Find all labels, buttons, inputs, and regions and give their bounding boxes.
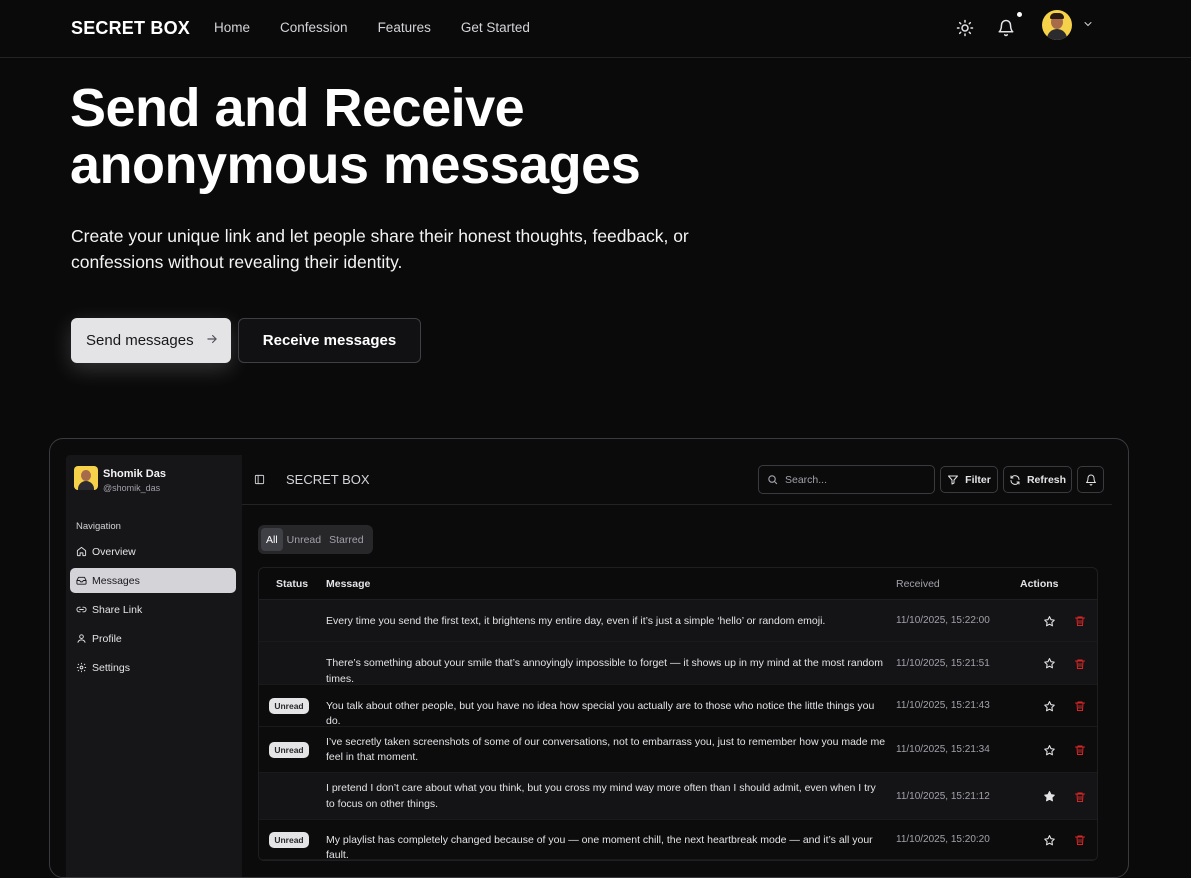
gear-icon bbox=[76, 662, 87, 673]
link-icon bbox=[76, 606, 87, 613]
user-icon bbox=[77, 634, 86, 643]
sidebar-nav-label: Navigation bbox=[76, 521, 121, 532]
tab-unread[interactable]: Unread bbox=[283, 528, 325, 551]
received-timestamp: 11/10/2025, 15:21:34 bbox=[896, 744, 990, 755]
inbox-icon bbox=[76, 576, 87, 585]
table-row[interactable]: Every time you send the first text, it b… bbox=[259, 600, 1097, 642]
table-row[interactable]: There’s something about your smile that’… bbox=[259, 642, 1097, 685]
main-nav: Home Confession Features Get Started bbox=[214, 20, 530, 35]
nav-get-started[interactable]: Get Started bbox=[461, 20, 530, 35]
hero-title-line-1: Send and Receive bbox=[70, 78, 525, 138]
trash-icon[interactable] bbox=[1074, 700, 1086, 712]
column-status: Status bbox=[276, 578, 309, 590]
message-text: There’s something about your smile that’… bbox=[326, 657, 883, 685]
search-box[interactable] bbox=[758, 465, 935, 494]
bell-icon[interactable] bbox=[997, 19, 1015, 37]
column-message: Message bbox=[326, 578, 371, 590]
message-text: Every time you send the first text, it b… bbox=[326, 614, 826, 627]
messages-table: Status Message Received Actions Every ti… bbox=[258, 567, 1098, 861]
tab-starred[interactable]: Starred bbox=[325, 528, 367, 551]
sidebar: Shomik Das @shomik_das Navigation Overvi… bbox=[66, 455, 242, 877]
sidebar-item-label: Profile bbox=[92, 632, 122, 645]
search-icon bbox=[768, 475, 778, 485]
star-icon[interactable] bbox=[1043, 700, 1056, 713]
message-text: My playlist has completely changed becau… bbox=[326, 833, 873, 861]
sidebar-item-label: Share Link bbox=[92, 603, 143, 616]
table-row[interactable]: Unread You talk about other people, but y… bbox=[259, 685, 1097, 727]
sidebar-item-label: Messages bbox=[92, 574, 140, 587]
trash-icon[interactable] bbox=[1074, 791, 1086, 803]
unread-badge: Unread bbox=[269, 742, 309, 758]
avatar[interactable] bbox=[1042, 10, 1072, 40]
star-icon[interactable] bbox=[1043, 615, 1056, 628]
column-received: Received bbox=[896, 578, 940, 590]
table-row[interactable]: I pretend I don’t care about what you th… bbox=[259, 773, 1097, 820]
notifications-button[interactable] bbox=[1077, 466, 1104, 493]
send-messages-label: Send messages bbox=[86, 332, 194, 349]
trash-icon[interactable] bbox=[1074, 615, 1086, 627]
send-messages-button[interactable]: Send messages bbox=[71, 318, 231, 363]
user-handle: @shomik_das bbox=[103, 483, 161, 493]
filter-button[interactable]: Filter bbox=[940, 466, 998, 493]
star-icon[interactable] bbox=[1043, 834, 1056, 847]
trash-icon[interactable] bbox=[1074, 658, 1086, 670]
sidebar-item-share-link[interactable]: Share Link bbox=[70, 597, 236, 622]
sun-icon[interactable] bbox=[956, 19, 974, 37]
trash-icon[interactable] bbox=[1074, 744, 1086, 756]
received-timestamp: 11/10/2025, 15:21:51 bbox=[896, 657, 990, 669]
home-icon bbox=[76, 546, 87, 557]
sidebar-item-label: Settings bbox=[92, 661, 130, 674]
nav-home[interactable]: Home bbox=[214, 20, 250, 35]
sidebar-item-label: Overview bbox=[92, 545, 136, 558]
user-avatar bbox=[74, 466, 98, 490]
sidebar-item-overview[interactable]: Overview bbox=[70, 539, 236, 564]
header-divider bbox=[242, 504, 1112, 505]
sidebar-toggle-icon[interactable] bbox=[254, 474, 265, 485]
chevron-down-icon[interactable] bbox=[1082, 18, 1094, 30]
message-text: I’ve secretly taken screenshots of some … bbox=[326, 735, 886, 764]
received-timestamp: 11/10/2025, 15:20:20 bbox=[896, 834, 990, 845]
sidebar-item-profile[interactable]: Profile bbox=[70, 626, 236, 651]
hero-title-line-2: anonymous messages bbox=[70, 135, 641, 195]
dashboard-preview: Shomik Das @shomik_das Navigation Overvi… bbox=[49, 438, 1129, 878]
unread-badge: Unread bbox=[269, 832, 309, 848]
hero-subtitle: Create your unique link and let people s… bbox=[71, 226, 689, 272]
sidebar-item-messages[interactable]: Messages bbox=[70, 568, 236, 593]
received-timestamp: 11/10/2025, 15:22:00 bbox=[896, 615, 990, 626]
tab-all[interactable]: All bbox=[261, 528, 283, 551]
search-input[interactable] bbox=[785, 473, 925, 486]
user-name: Shomik Das bbox=[103, 468, 166, 480]
table-row[interactable]: Unread I’ve secretly taken screenshots of… bbox=[259, 727, 1097, 773]
table-row[interactable]: Unread My playlist has completely changed… bbox=[259, 820, 1097, 860]
nav-confession[interactable]: Confession bbox=[280, 20, 348, 35]
receive-messages-button[interactable]: Receive messages bbox=[238, 318, 421, 363]
trash-icon[interactable] bbox=[1074, 834, 1086, 846]
message-tabs: All Unread Starred bbox=[258, 525, 373, 554]
star-icon[interactable] bbox=[1043, 744, 1056, 757]
unread-badge: Unread bbox=[269, 698, 309, 714]
notification-dot bbox=[1017, 12, 1022, 17]
top-navbar: SECRET BOX Home Confession Features Get … bbox=[0, 0, 1191, 58]
star-icon[interactable] bbox=[1043, 790, 1056, 803]
hero-title: Send and Receive anonymous messages bbox=[70, 78, 641, 195]
filter-label: Filter bbox=[965, 473, 991, 486]
received-timestamp: 11/10/2025, 15:21:12 bbox=[896, 790, 990, 802]
filter-icon bbox=[948, 475, 959, 484]
brand-logo[interactable]: SECRET BOX bbox=[71, 18, 190, 39]
message-text: You talk about other people, but you hav… bbox=[326, 699, 875, 728]
refresh-label: Refresh bbox=[1026, 473, 1067, 486]
nav-features[interactable]: Features bbox=[378, 20, 431, 35]
star-icon[interactable] bbox=[1043, 657, 1056, 670]
dashboard-brand: SECRET BOX bbox=[286, 472, 370, 487]
sidebar-item-settings[interactable]: Settings bbox=[70, 655, 236, 680]
refresh-icon bbox=[1010, 474, 1020, 485]
bell-icon bbox=[1085, 474, 1096, 485]
table-body: Every time you send the first text, it b… bbox=[259, 600, 1097, 860]
table-header: Status Message Received Actions bbox=[259, 568, 1097, 600]
arrow-right-icon bbox=[207, 334, 217, 344]
column-actions: Actions bbox=[1020, 578, 1059, 590]
refresh-button[interactable]: Refresh bbox=[1003, 466, 1072, 493]
message-text: I pretend I don’t care about what you th… bbox=[326, 782, 876, 810]
received-timestamp: 11/10/2025, 15:21:43 bbox=[896, 700, 990, 711]
